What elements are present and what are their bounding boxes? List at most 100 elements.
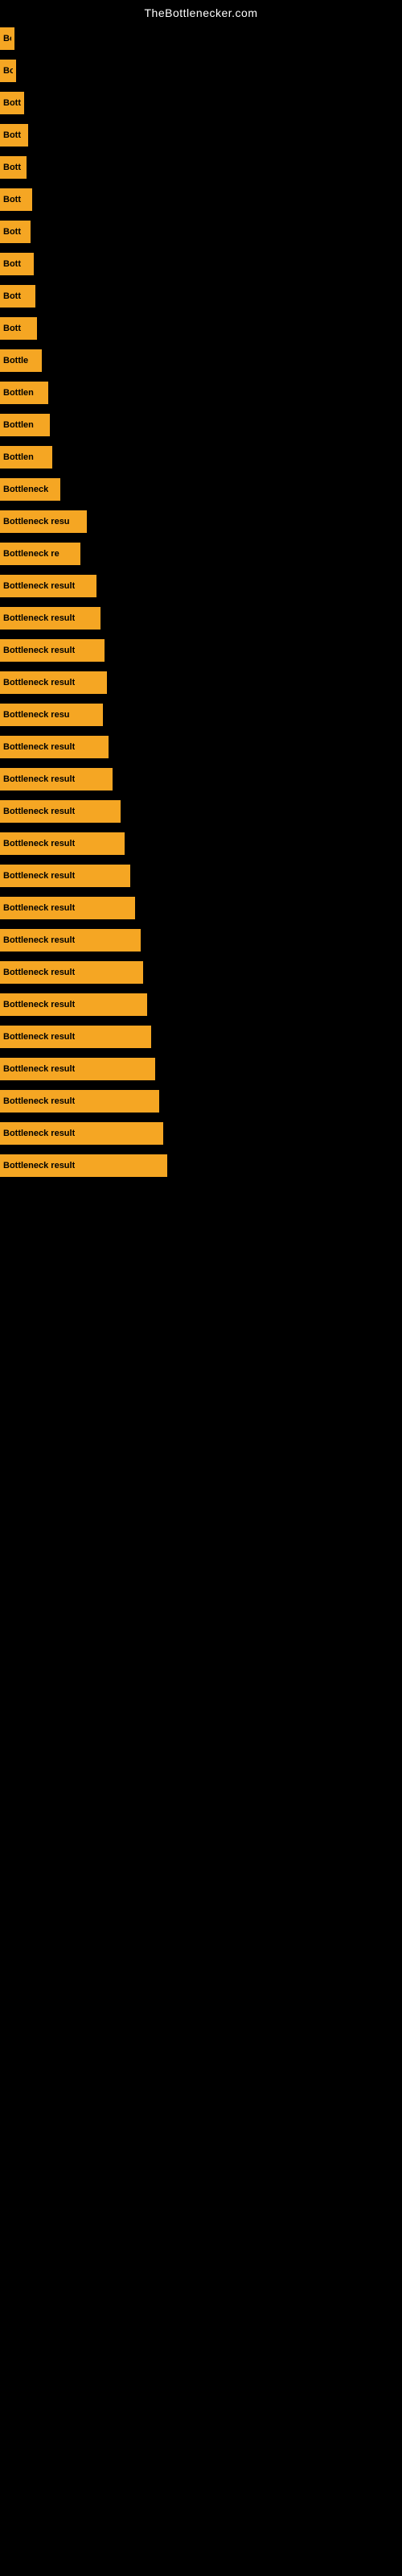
site-title: TheBottlenecker.com <box>0 0 402 23</box>
bar-label: Bottleneck result <box>3 613 75 623</box>
bar-row: Bottleneck re <box>0 538 402 570</box>
bar-row: Bott <box>0 248 402 280</box>
bar-row: Bottlen <box>0 377 402 409</box>
bar: Bottlen <box>0 446 52 469</box>
bar-label: Bott <box>3 195 21 204</box>
bar: Bott <box>0 285 35 308</box>
bar-label: Bottle <box>3 356 28 365</box>
bar: Bottlen <box>0 382 48 404</box>
bars-container: Bo Bo Bott Bott Bott Bott Bott Bott Bott Bott Bott… <box>0 23 402 1182</box>
bar-label: Bottlen <box>3 420 34 430</box>
bar: Bottleneck resu <box>0 704 103 726</box>
bar-row: Bottle <box>0 345 402 377</box>
bar-row: Bott <box>0 87 402 119</box>
bar: Bottleneck result <box>0 1090 159 1113</box>
bar-row: Bottleneck <box>0 473 402 506</box>
bar-label: Bottleneck result <box>3 1032 75 1042</box>
bar: Bottleneck <box>0 478 60 501</box>
bar-label: Bott <box>3 324 21 333</box>
bar-row: Bott <box>0 151 402 184</box>
bar-label: Bottleneck re <box>3 549 59 559</box>
bar-row: Bottleneck result <box>0 860 402 892</box>
bar-row: Bott <box>0 280 402 312</box>
bar-label: Bottleneck result <box>3 1161 75 1170</box>
bar-row: Bottleneck result <box>0 1085 402 1117</box>
bar: Bott <box>0 124 28 147</box>
bar: Bott <box>0 221 31 243</box>
bar: Bottleneck result <box>0 736 109 758</box>
bar-row: Bo <box>0 23 402 55</box>
bar-label: Bottleneck result <box>3 968 75 977</box>
bar-label: Bottleneck result <box>3 839 75 848</box>
bar-label: Bottleneck <box>3 485 48 494</box>
bar-label: Bottleneck resu <box>3 710 70 720</box>
bar: Bottleneck result <box>0 897 135 919</box>
bar: Bottleneck result <box>0 961 143 984</box>
bar-label: Bottleneck result <box>3 581 75 591</box>
bar: Bottleneck result <box>0 575 96 597</box>
bar-label: Bottleneck result <box>3 742 75 752</box>
bar-row: Bottleneck result <box>0 731 402 763</box>
bar-row: Bottlen <box>0 409 402 441</box>
bar-row: Bottleneck result <box>0 602 402 634</box>
bar-label: Bo <box>3 34 11 43</box>
bar: Bottlen <box>0 414 50 436</box>
bar-label: Bottleneck result <box>3 1096 75 1106</box>
bar-row: Bott <box>0 312 402 345</box>
bar-row: Bottlen <box>0 441 402 473</box>
bar-label: Bottleneck result <box>3 1129 75 1138</box>
bar-label: Bott <box>3 98 21 108</box>
bar-label: Bo <box>3 66 13 76</box>
bar-row: Bott <box>0 216 402 248</box>
bar: Bottleneck re <box>0 543 80 565</box>
bar: Bottleneck result <box>0 1122 163 1145</box>
bar-label: Bottleneck resu <box>3 517 70 526</box>
bar-row: Bottleneck result <box>0 795 402 828</box>
bar-row: Bottleneck result <box>0 989 402 1021</box>
bar: Bott <box>0 92 24 114</box>
bar-label: Bottleneck result <box>3 935 75 945</box>
bar: Bottleneck result <box>0 671 107 694</box>
bar: Bottleneck result <box>0 768 113 791</box>
bar-label: Bottleneck result <box>3 1064 75 1074</box>
bar: Bottleneck result <box>0 1026 151 1048</box>
bar-row: Bottleneck result <box>0 924 402 956</box>
bar: Bottle <box>0 349 42 372</box>
bar-row: Bottleneck result <box>0 634 402 667</box>
bar: Bott <box>0 253 34 275</box>
bar-row: Bottleneck result <box>0 828 402 860</box>
bar-row: Bott <box>0 119 402 151</box>
bar: Bottleneck result <box>0 832 125 855</box>
bar: Bottleneck result <box>0 1154 167 1177</box>
bar: Bo <box>0 27 14 50</box>
bar-label: Bott <box>3 259 21 269</box>
bar: Bott <box>0 156 27 179</box>
bar-label: Bottleneck result <box>3 1000 75 1009</box>
bar-label: Bottleneck result <box>3 678 75 687</box>
bar-label: Bottleneck result <box>3 774 75 784</box>
bar: Bo <box>0 60 16 82</box>
bar: Bottleneck result <box>0 1058 155 1080</box>
bar: Bott <box>0 188 32 211</box>
bar-label: Bott <box>3 227 21 237</box>
bar: Bottleneck result <box>0 929 141 952</box>
bar-label: Bott <box>3 291 21 301</box>
bar-row: Bottleneck result <box>0 570 402 602</box>
bar-row: Bottleneck result <box>0 763 402 795</box>
bar: Bottleneck resu <box>0 510 87 533</box>
bar-row: Bottleneck result <box>0 1150 402 1182</box>
bar: Bottleneck result <box>0 607 100 630</box>
bar: Bottleneck result <box>0 639 105 662</box>
bar-label: Bottleneck result <box>3 807 75 816</box>
bar: Bottleneck result <box>0 993 147 1016</box>
bar-label: Bottleneck result <box>3 903 75 913</box>
bar-row: Bottleneck result <box>0 892 402 924</box>
bar-row: Bottleneck result <box>0 956 402 989</box>
bar: Bottleneck result <box>0 865 130 887</box>
bar-row: Bottleneck result <box>0 667 402 699</box>
bar-row: Bottleneck resu <box>0 699 402 731</box>
bar: Bottleneck result <box>0 800 121 823</box>
bar-label: Bottlen <box>3 388 34 398</box>
bar-label: Bottlen <box>3 452 34 462</box>
bar-label: Bottleneck result <box>3 871 75 881</box>
